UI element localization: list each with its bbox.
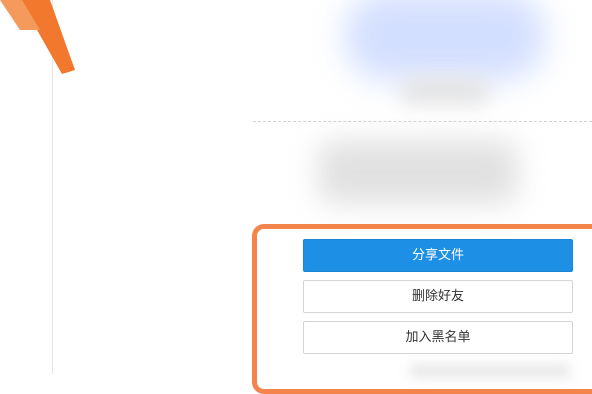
blurred-contact-name [400,78,490,104]
section-divider [253,121,592,122]
arrow-pointer-icon [0,0,75,74]
blurred-avatar [345,0,545,80]
delete-friend-button[interactable]: 删除好友 [303,280,573,313]
blurred-footer-text [410,364,570,378]
add-to-blacklist-button[interactable]: 加入黑名单 [303,321,573,354]
blurred-contact-details [318,140,518,204]
share-file-button[interactable]: 分享文件 [303,239,573,272]
